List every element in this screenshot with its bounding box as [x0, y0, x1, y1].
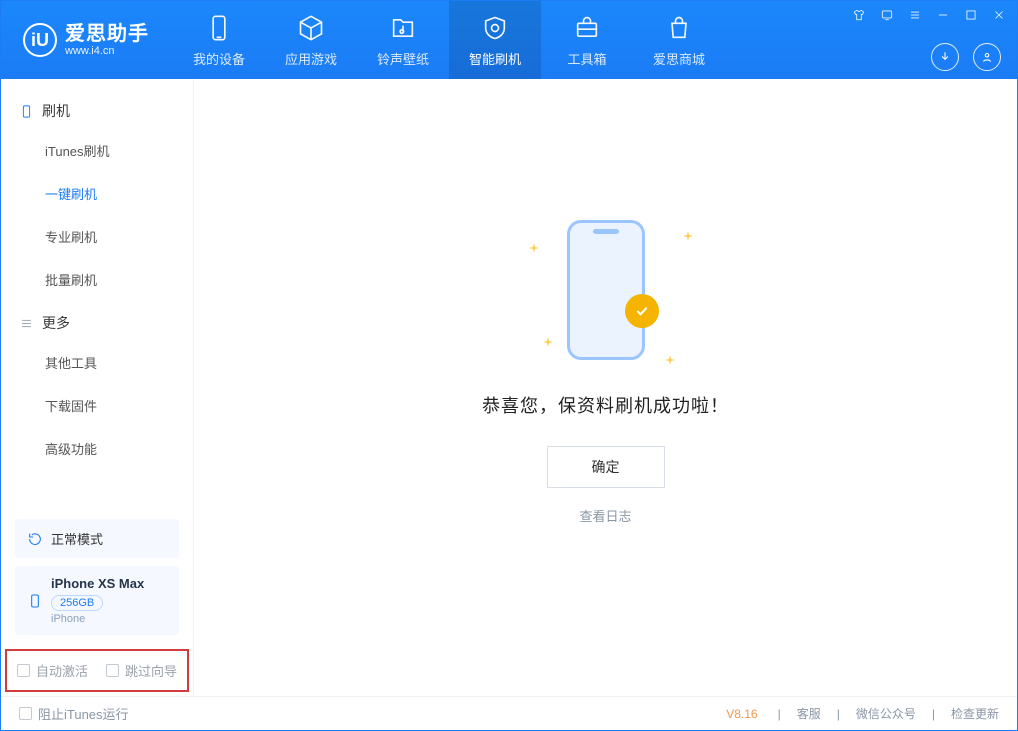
- sidebar-more-list: 其他工具 下载固件 高级功能: [1, 341, 193, 470]
- toolbox-icon: [572, 13, 602, 43]
- statusbar: 阻止iTunes运行 V8.16 | 客服 | 微信公众号 | 检查更新: [1, 696, 1017, 730]
- feedback-icon[interactable]: [879, 7, 895, 23]
- device-info-card[interactable]: iPhone XS Max 256GB iPhone: [15, 566, 179, 635]
- sparkle-icon: [529, 240, 535, 246]
- sparkle-icon: [683, 228, 689, 234]
- device-name: iPhone XS Max: [51, 576, 144, 591]
- body: 刷机 iTunes刷机 一键刷机 专业刷机 批量刷机 更多 其他工具 下载固件 …: [1, 79, 1017, 696]
- sparkle-icon: [665, 352, 671, 358]
- content-area: 恭喜您，保资料刷机成功啦！ 确定 查看日志: [194, 79, 1017, 696]
- nav-label: 智能刷机: [469, 49, 521, 68]
- phone-outline-icon: [27, 593, 43, 609]
- cube-icon: [296, 13, 326, 43]
- bag-icon: [664, 13, 694, 43]
- sidebar-scroll: 刷机 iTunes刷机 一键刷机 专业刷机 批量刷机 更多 其他工具 下载固件 …: [1, 79, 193, 509]
- phone-illustration-icon: [567, 220, 645, 360]
- checkbox-icon: [19, 707, 32, 720]
- logo-area: iU 爱思助手 www.i4.cn: [1, 1, 167, 79]
- nav-label: 应用游戏: [285, 49, 337, 68]
- sparkle-icon: [543, 334, 549, 340]
- version-label: V8.16: [726, 707, 757, 721]
- nav-label: 爱思商城: [653, 49, 705, 68]
- device-block: 正常模式 iPhone XS Max 256GB iPhone: [1, 509, 193, 649]
- link-support[interactable]: 客服: [797, 705, 821, 722]
- device-type: iPhone: [51, 613, 144, 625]
- nav-label: 铃声壁纸: [377, 49, 429, 68]
- sidebar-item-other-tools[interactable]: 其他工具: [45, 341, 193, 384]
- titlebar: iU 爱思助手 www.i4.cn 我的设备 应用游戏 铃声壁纸 智能刷机: [1, 1, 1017, 79]
- checkbox-label: 阻止iTunes运行: [38, 704, 129, 723]
- sidebar-group-more: 更多: [1, 301, 193, 341]
- phone-icon: [19, 104, 34, 119]
- device-info-text: iPhone XS Max 256GB iPhone: [51, 576, 144, 625]
- app-title: 爱思助手: [65, 23, 149, 45]
- separator: |: [837, 707, 840, 721]
- menu-icon[interactable]: [907, 7, 923, 23]
- success-panel: 恭喜您，保资料刷机成功啦！ 确定 查看日志: [482, 210, 729, 525]
- nav-my-device[interactable]: 我的设备: [173, 1, 265, 79]
- header-actions: [931, 43, 1001, 71]
- sidebar-item-batch-flash[interactable]: 批量刷机: [45, 258, 193, 301]
- sidebar: 刷机 iTunes刷机 一键刷机 专业刷机 批量刷机 更多 其他工具 下载固件 …: [1, 79, 194, 696]
- checkbox-icon: [17, 664, 30, 677]
- nav-store[interactable]: 爱思商城: [633, 1, 725, 79]
- window-controls: [851, 7, 1007, 23]
- options-highlight-box: 自动激活 跳过向导: [5, 649, 189, 692]
- link-wechat[interactable]: 微信公众号: [856, 705, 916, 722]
- app-subtitle: www.i4.cn: [65, 45, 149, 57]
- shield-refresh-icon: [480, 13, 510, 43]
- logo-icon: iU: [23, 23, 57, 57]
- sidebar-item-pro-flash[interactable]: 专业刷机: [45, 215, 193, 258]
- checkbox-skip-wizard[interactable]: 跳过向导: [106, 661, 177, 680]
- device-mode-card[interactable]: 正常模式: [15, 519, 179, 558]
- group-title: 刷机: [42, 101, 70, 121]
- success-message: 恭喜您，保资料刷机成功啦！: [482, 392, 729, 418]
- separator: |: [778, 707, 781, 721]
- device-storage: 256GB: [51, 595, 103, 611]
- checkbox-auto-activate[interactable]: 自动激活: [17, 661, 88, 680]
- nav-ringtone[interactable]: 铃声壁纸: [357, 1, 449, 79]
- checkbox-label: 跳过向导: [125, 661, 177, 680]
- list-icon: [19, 316, 34, 331]
- checkbox-block-itunes[interactable]: 阻止iTunes运行: [19, 704, 129, 723]
- music-folder-icon: [388, 13, 418, 43]
- nav-apps[interactable]: 应用游戏: [265, 1, 357, 79]
- nav-flash[interactable]: 智能刷机: [449, 1, 541, 79]
- maximize-icon[interactable]: [963, 7, 979, 23]
- checkbox-icon: [106, 664, 119, 677]
- ok-button[interactable]: 确定: [547, 446, 665, 488]
- sidebar-group-flash: 刷机: [1, 89, 193, 129]
- check-badge-icon: [625, 294, 659, 328]
- download-button[interactable]: [931, 43, 959, 71]
- sidebar-item-oneclick-flash[interactable]: 一键刷机: [45, 172, 193, 215]
- checkbox-label: 自动激活: [36, 661, 88, 680]
- link-check-update[interactable]: 检查更新: [951, 705, 999, 722]
- sidebar-item-itunes-flash[interactable]: iTunes刷机: [45, 129, 193, 172]
- app-window: iU 爱思助手 www.i4.cn 我的设备 应用游戏 铃声壁纸 智能刷机: [0, 0, 1018, 731]
- device-mode-label: 正常模式: [51, 529, 103, 548]
- device-icon: [204, 13, 234, 43]
- view-log-link[interactable]: 查看日志: [579, 506, 631, 525]
- group-title: 更多: [42, 313, 70, 333]
- main-nav: 我的设备 应用游戏 铃声壁纸 智能刷机 工具箱 爱思商城: [173, 1, 725, 79]
- account-button[interactable]: [973, 43, 1001, 71]
- skin-icon[interactable]: [851, 7, 867, 23]
- nav-toolbox[interactable]: 工具箱: [541, 1, 633, 79]
- sidebar-item-download-fw[interactable]: 下载固件: [45, 384, 193, 427]
- nav-label: 我的设备: [193, 49, 245, 68]
- logo-text: 爱思助手 www.i4.cn: [65, 23, 149, 57]
- sidebar-item-advanced[interactable]: 高级功能: [45, 427, 193, 470]
- nav-label: 工具箱: [567, 49, 606, 68]
- close-icon[interactable]: [991, 7, 1007, 23]
- success-illustration: [511, 210, 701, 370]
- separator: |: [932, 707, 935, 721]
- status-links: | 客服 | 微信公众号 | 检查更新: [778, 705, 999, 722]
- minimize-icon[interactable]: [935, 7, 951, 23]
- sidebar-flash-list: iTunes刷机 一键刷机 专业刷机 批量刷机: [1, 129, 193, 301]
- refresh-icon: [27, 531, 43, 547]
- status-left: 阻止iTunes运行: [19, 704, 129, 723]
